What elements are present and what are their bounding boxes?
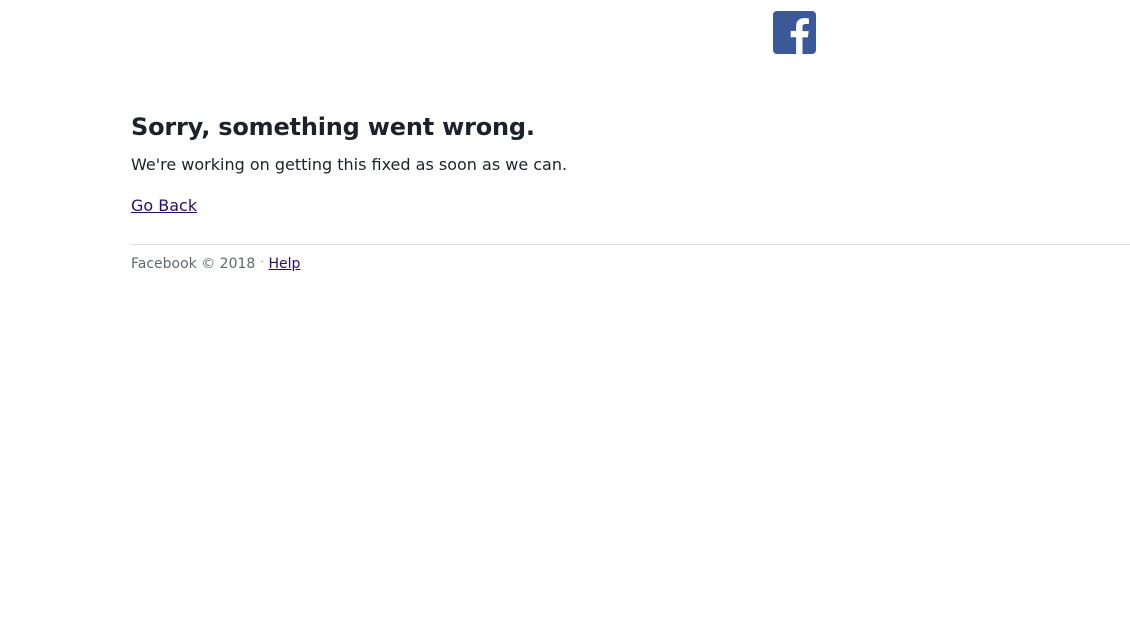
footer-separator: · [260,257,264,268]
help-link[interactable]: Help [269,256,301,272]
facebook-logo-icon[interactable] [773,11,816,54]
error-content: Sorry, something went wrong. We're worki… [131,110,1130,217]
error-title: Sorry, something went wrong. [131,113,535,141]
footer-divider [131,244,1130,245]
error-message: We're working on getting this fixed as s… [131,155,568,174]
go-back-link[interactable]: Go Back [131,195,197,217]
copyright-text: Facebook © 2018 [131,256,256,272]
footer: Facebook © 2018 · Help [131,253,300,274]
